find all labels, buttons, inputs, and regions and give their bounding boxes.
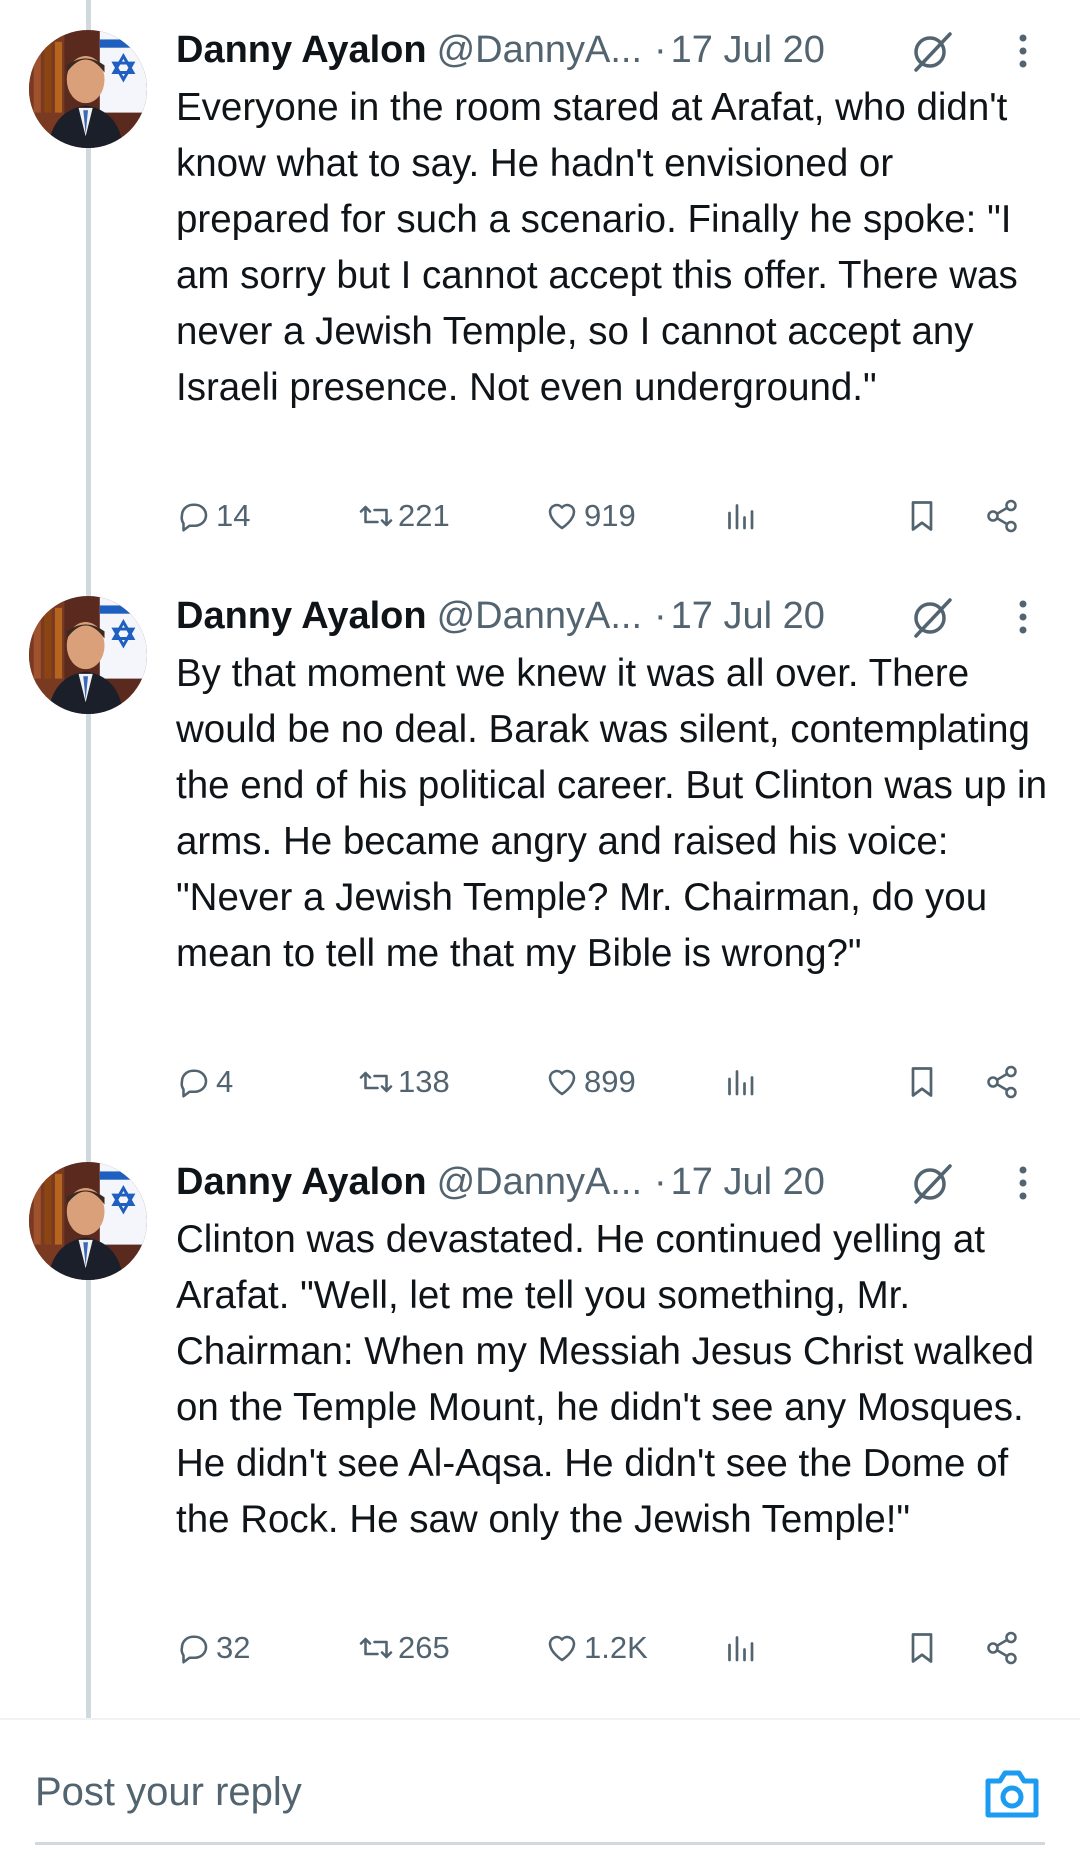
reply-button[interactable]: 4 <box>176 1058 233 1106</box>
reply-underline <box>35 1842 1045 1845</box>
bookmark-icon <box>911 1633 933 1663</box>
repost-button[interactable]: 138 <box>358 1058 450 1106</box>
like-button[interactable]: 919 <box>544 492 636 540</box>
views-button[interactable] <box>722 492 762 540</box>
reply-icon <box>180 1069 208 1098</box>
author-handle[interactable]: @DannyA... <box>437 1161 642 1204</box>
tweet-header: Danny Ayalon @DannyA... · 17 Jul 20 <box>176 590 1060 642</box>
share-icon <box>987 1065 1017 1099</box>
reply-input[interactable]: Post your reply <box>35 1770 302 1815</box>
grok-icon[interactable] <box>908 1162 956 1206</box>
reply-count: 32 <box>216 1630 251 1665</box>
like-count: 919 <box>584 498 636 533</box>
repost-icon <box>359 1071 393 1093</box>
reply-icon <box>180 503 208 532</box>
avatar[interactable] <box>29 1162 147 1280</box>
tweet[interactable]: Danny Ayalon @DannyA... · 17 Jul 20 By t… <box>0 566 1080 1132</box>
bookmark-button[interactable] <box>904 492 944 540</box>
grok-icon[interactable] <box>908 596 956 640</box>
tweet-text: Everyone in the room stared at Arafat, w… <box>176 86 1018 409</box>
like-button[interactable]: 899 <box>544 1058 636 1106</box>
tweet-text: By that moment we knew it was all over. … <box>176 652 1048 975</box>
author-handle[interactable]: @DannyA... <box>437 29 642 72</box>
separator-dot: · <box>654 28 667 71</box>
like-count: 899 <box>584 1064 636 1099</box>
tweet-date[interactable]: 17 Jul 20 <box>671 595 825 638</box>
separator-dot: · <box>654 1160 667 1203</box>
repost-count: 138 <box>398 1064 450 1099</box>
views-chart-icon <box>728 1636 754 1662</box>
repost-count: 221 <box>398 498 450 533</box>
camera-icon[interactable] <box>982 1767 1042 1821</box>
repost-button[interactable]: 221 <box>358 492 450 540</box>
reply-button[interactable]: 32 <box>176 1624 250 1672</box>
tweet-text: Clinton was devastated. He continued yel… <box>176 1218 1034 1541</box>
tweet-actions: 4 138 899 <box>176 1058 1056 1106</box>
tweet-header: Danny Ayalon @DannyA... · 17 Jul 20 <box>176 24 1060 76</box>
reply-icon <box>180 1635 208 1664</box>
views-chart-icon <box>728 1070 754 1096</box>
reply-count: 14 <box>216 498 251 533</box>
tweet-date[interactable]: 17 Jul 20 <box>671 1161 825 1204</box>
views-button[interactable] <box>722 1624 762 1672</box>
more-options-icon[interactable] <box>1016 598 1030 636</box>
share-button[interactable] <box>984 1624 1024 1672</box>
share-button[interactable] <box>984 492 1024 540</box>
bookmark-icon <box>911 1067 933 1097</box>
author-name[interactable]: Danny Ayalon <box>176 595 427 638</box>
reply-button[interactable]: 14 <box>176 492 250 540</box>
bookmark-button[interactable] <box>904 1624 944 1672</box>
repost-count: 265 <box>398 1630 450 1665</box>
tweet[interactable]: Danny Ayalon @DannyA... · 17 Jul 20 Clin… <box>0 1132 1080 1698</box>
share-icon <box>987 499 1017 533</box>
grok-icon[interactable] <box>908 30 956 74</box>
tweet-date[interactable]: 17 Jul 20 <box>671 29 825 72</box>
repost-icon <box>359 505 393 527</box>
share-button[interactable] <box>984 1058 1024 1106</box>
views-chart-icon <box>728 504 754 530</box>
views-button[interactable] <box>722 1058 762 1106</box>
bookmark-icon <box>911 501 933 531</box>
tweet-header: Danny Ayalon @DannyA... · 17 Jul 20 <box>176 1156 1060 1208</box>
repost-button[interactable]: 265 <box>358 1624 450 1672</box>
reply-count: 4 <box>216 1064 234 1099</box>
repost-icon <box>359 1637 393 1659</box>
tweet-actions: 32 265 1.2K <box>176 1624 1056 1672</box>
more-options-icon[interactable] <box>1016 32 1030 70</box>
share-icon <box>987 1631 1017 1665</box>
heart-icon <box>548 503 576 530</box>
avatar[interactable] <box>29 596 147 714</box>
author-name[interactable]: Danny Ayalon <box>176 1161 427 1204</box>
reply-composer: Post your reply <box>0 1720 1080 1861</box>
more-options-icon[interactable] <box>1016 1164 1030 1202</box>
avatar[interactable] <box>29 30 147 148</box>
tweet[interactable]: Danny Ayalon @DannyA... · 17 Jul 20 Ever… <box>0 0 1080 566</box>
tweet-actions: 14 221 919 <box>176 492 1056 540</box>
heart-icon <box>548 1069 576 1096</box>
like-button[interactable]: 1.2K <box>544 1624 648 1672</box>
author-handle[interactable]: @DannyA... <box>437 595 642 638</box>
author-name[interactable]: Danny Ayalon <box>176 29 427 72</box>
like-count: 1.2K <box>584 1630 648 1665</box>
separator-dot: · <box>654 594 667 637</box>
heart-icon <box>548 1635 576 1662</box>
bookmark-button[interactable] <box>904 1058 944 1106</box>
